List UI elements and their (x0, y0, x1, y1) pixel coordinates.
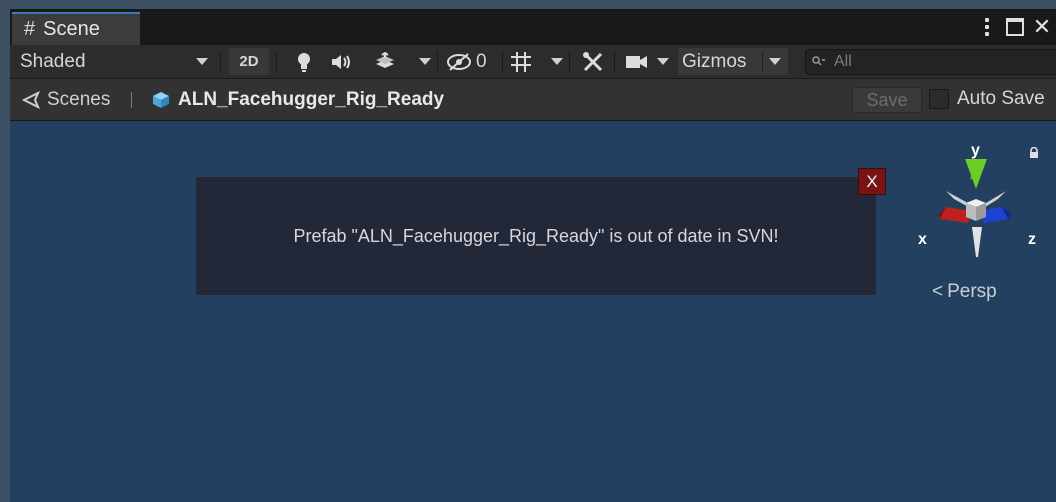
prefab-name: ALN_Facehugger_Rig_Ready (178, 89, 445, 110)
scene-viewport[interactable]: Prefab "ALN_Facehugger_Rig_Ready" is out… (10, 121, 1056, 502)
chevron-down-icon (769, 58, 781, 65)
breadcrumb-prefab[interactable]: ALN_Facehugger_Rig_Ready (152, 79, 444, 121)
effects-dropdown[interactable] (418, 48, 432, 75)
scene-toolbar: Shaded 2D 0 Gizmos All (10, 45, 1056, 79)
speaker-icon (332, 54, 350, 69)
scene-search-field[interactable]: All (805, 49, 1056, 75)
tab-bar: # Scene ✕ (10, 9, 1056, 45)
tab-scene[interactable]: # Scene (12, 12, 140, 45)
2d-toggle-button[interactable]: 2D (229, 48, 269, 75)
search-icon (812, 55, 826, 69)
gizmos-label: Gizmos (682, 50, 747, 72)
hash-icon: # (24, 18, 36, 40)
camera-settings-button[interactable] (622, 48, 652, 75)
camera-dropdown[interactable] (656, 48, 670, 75)
gizmos-dropdown[interactable]: Gizmos (678, 48, 788, 75)
shading-mode-label: Shaded (20, 50, 86, 72)
shading-mode-dropdown[interactable]: Shaded (14, 48, 214, 75)
effects-toggle-button[interactable] (370, 48, 400, 75)
lightbulb-icon (298, 52, 310, 72)
auto-save-label: Auto Save (957, 88, 1045, 109)
chevron-down-icon (419, 58, 431, 65)
maximize-icon[interactable] (1005, 13, 1025, 41)
close-window-icon[interactable]: ✕ (1032, 13, 1052, 41)
save-button[interactable]: Save (852, 87, 922, 113)
hidden-objects-count: 0 (476, 50, 487, 72)
grid-dropdown[interactable] (550, 48, 564, 75)
projection-toggle[interactable]: < Persp (932, 281, 997, 303)
camera-icon (626, 55, 647, 68)
grid-toggle-button[interactable] (506, 48, 536, 75)
breadcrumb: Scenes ALN_Facehugger_Rig_Ready Save Aut… (10, 79, 1056, 121)
unity-scene-icon (22, 91, 40, 109)
audio-toggle-button[interactable] (326, 48, 356, 75)
svn-notification: Prefab "ALN_Facehugger_Rig_Ready" is out… (196, 177, 876, 295)
scenes-label: Scenes (47, 89, 111, 110)
effects-layers-icon (376, 51, 394, 68)
tools-icon (583, 51, 603, 71)
notification-message: Prefab "ALN_Facehugger_Rig_Ready" is out… (293, 225, 779, 246)
eye-slash-icon (447, 52, 471, 71)
kebab-menu-icon[interactable] (980, 13, 994, 41)
lighting-toggle-button[interactable] (289, 48, 319, 75)
breadcrumb-scenes[interactable]: Scenes (22, 79, 110, 121)
y-axis-cone[interactable] (965, 159, 987, 189)
lock-icon[interactable] (1028, 147, 1040, 159)
scene-visibility-toggle[interactable]: 0 (446, 48, 498, 75)
tools-button[interactable] (578, 48, 608, 75)
z-axis-label: z (1028, 231, 1036, 248)
orientation-gizmo[interactable]: y x z (902, 127, 1042, 267)
chevron-down-icon (551, 58, 563, 65)
scene-window: # Scene ✕ Shaded 2D 0 Gizmos All Scenes … (10, 9, 1056, 502)
x-axis-label: x (918, 231, 927, 248)
prefab-cube-icon (153, 92, 169, 108)
auto-save-checkbox[interactable] (929, 89, 949, 109)
tab-label: Scene (43, 18, 100, 40)
projection-label: Persp (947, 281, 997, 302)
grid-snap-icon (511, 51, 531, 72)
chevron-down-icon (196, 58, 208, 65)
y-axis-label: y (971, 142, 980, 159)
notification-close-button[interactable]: X (858, 168, 886, 195)
search-placeholder: All (834, 53, 852, 70)
chevron-down-icon (657, 58, 669, 65)
perspective-icon: < (932, 281, 944, 302)
